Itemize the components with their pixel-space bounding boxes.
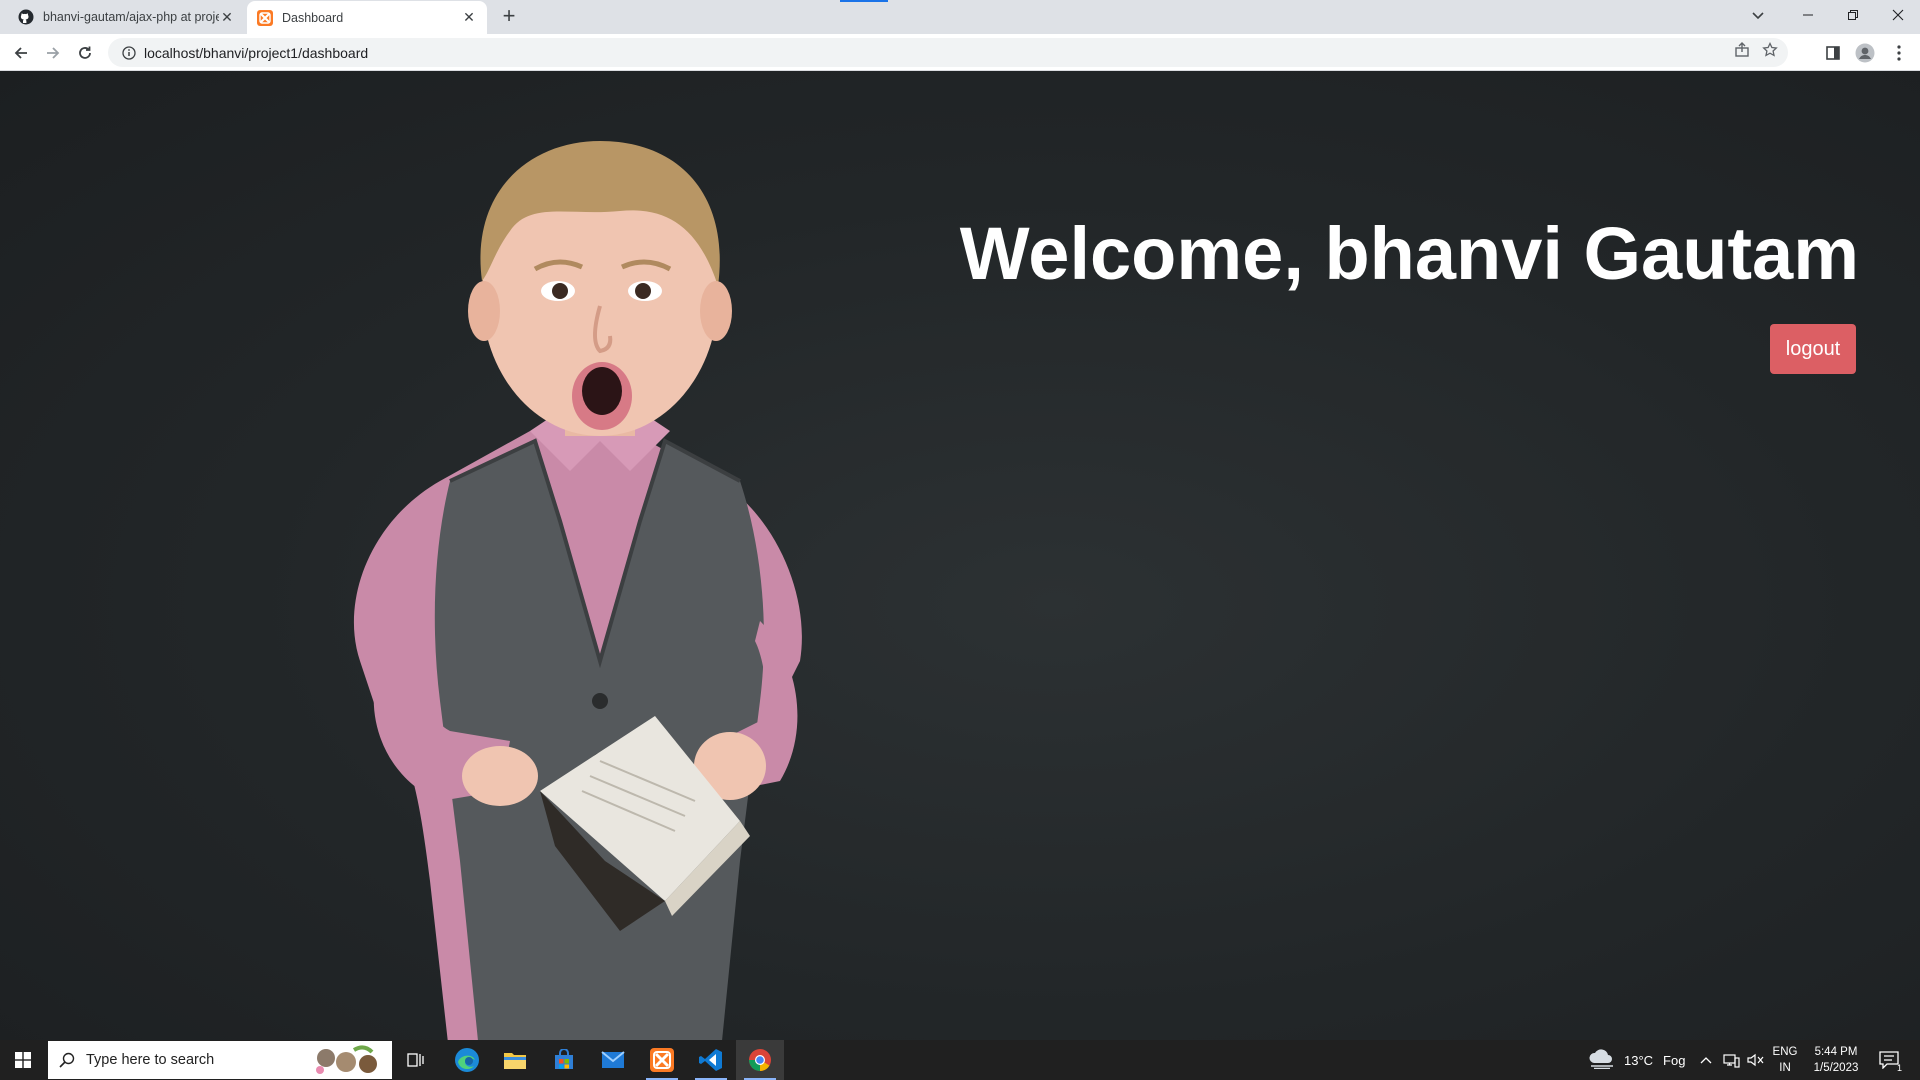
search-icon [48,1052,86,1068]
tab-dashboard[interactable]: Dashboard ✕ [247,1,487,34]
search-highlight-icon [314,1044,386,1076]
weather-temperature: 13°C [1624,1052,1654,1068]
close-icon[interactable]: ✕ [461,9,477,26]
browser-toolbar: localhost/bhanvi/project1/dashboard [0,34,1920,71]
window-controls [1785,0,1920,30]
forward-arrow-icon[interactable] [40,40,66,66]
notification-icon[interactable]: 1 [1876,1040,1902,1080]
bookmark-star-icon[interactable] [1762,41,1778,63]
chevron-up-icon[interactable] [1700,1040,1712,1080]
weather-description: Fog [1663,1052,1686,1068]
profile-avatar-icon[interactable] [1852,40,1878,66]
notification-count: 1 [1896,1063,1902,1073]
store-icon[interactable] [540,1040,588,1080]
back-arrow-icon[interactable] [8,40,34,66]
region-code: IN [1779,1062,1791,1074]
network-icon[interactable] [1722,1040,1740,1080]
clock-time: 5:44 PM [1814,1046,1858,1058]
github-icon [18,9,34,25]
xampp-icon [257,9,273,26]
close-icon[interactable]: ✕ [219,9,235,25]
vscode-icon[interactable] [687,1040,735,1080]
welcome-heading: Welcome, bhanvi Gautam [959,212,1859,295]
language-code: ENG [1772,1046,1798,1058]
task-view-icon[interactable] [392,1040,440,1080]
menu-dots-icon[interactable] [1886,40,1912,66]
tab-github[interactable]: bhanvi-gautam/ajax-php at proje ✕ [8,0,245,34]
logout-button[interactable]: logout [1770,324,1856,374]
windows-start-icon[interactable] [0,1040,46,1080]
address-bar[interactable]: localhost/bhanvi/project1/dashboard [108,38,1788,67]
close-window-button[interactable] [1875,0,1920,30]
mail-icon[interactable] [589,1040,637,1080]
url-text: localhost/bhanvi/project1/dashboard [144,44,369,61]
reload-icon[interactable] [72,40,98,66]
clock[interactable]: 5:44 PM 1/5/2023 [1808,1040,1864,1080]
tab-loading-indicator [840,0,888,2]
chevron-down-icon[interactable] [1746,4,1770,28]
minimize-button[interactable] [1785,0,1830,30]
language-indicator[interactable]: ENG IN [1770,1040,1800,1080]
tab-strip: bhanvi-gautam/ajax-php at proje ✕ Dashbo… [0,0,1920,34]
tab-title: bhanvi-gautam/ajax-php at proje [43,10,219,24]
volume-muted-icon[interactable] [1746,1040,1764,1080]
side-panel-icon[interactable] [1820,40,1846,66]
chrome-icon[interactable] [736,1040,784,1080]
tab-title: Dashboard [282,10,344,25]
restore-button[interactable] [1830,0,1875,30]
edge-icon[interactable] [443,1040,491,1080]
hero-image [353,141,802,1040]
dashboard-page: Welcome, bhanvi Gautam logout [0,71,1920,1040]
cloud-fog-icon [1588,1048,1616,1072]
share-icon[interactable] [1734,42,1750,63]
weather-widget[interactable]: 13°C Fog [1588,1040,1685,1080]
clock-date: 1/5/2023 [1813,1062,1859,1074]
xampp-icon[interactable] [638,1040,686,1080]
search-placeholder: Type here to search [86,1052,215,1068]
windows-taskbar: Type here to search 13°C Fog ENG IN 5:44… [0,1040,1920,1080]
taskbar-search-input[interactable]: Type here to search [48,1041,392,1079]
file-explorer-icon[interactable] [491,1040,539,1080]
new-tab-button[interactable]: + [497,5,521,29]
info-icon[interactable] [114,45,144,60]
